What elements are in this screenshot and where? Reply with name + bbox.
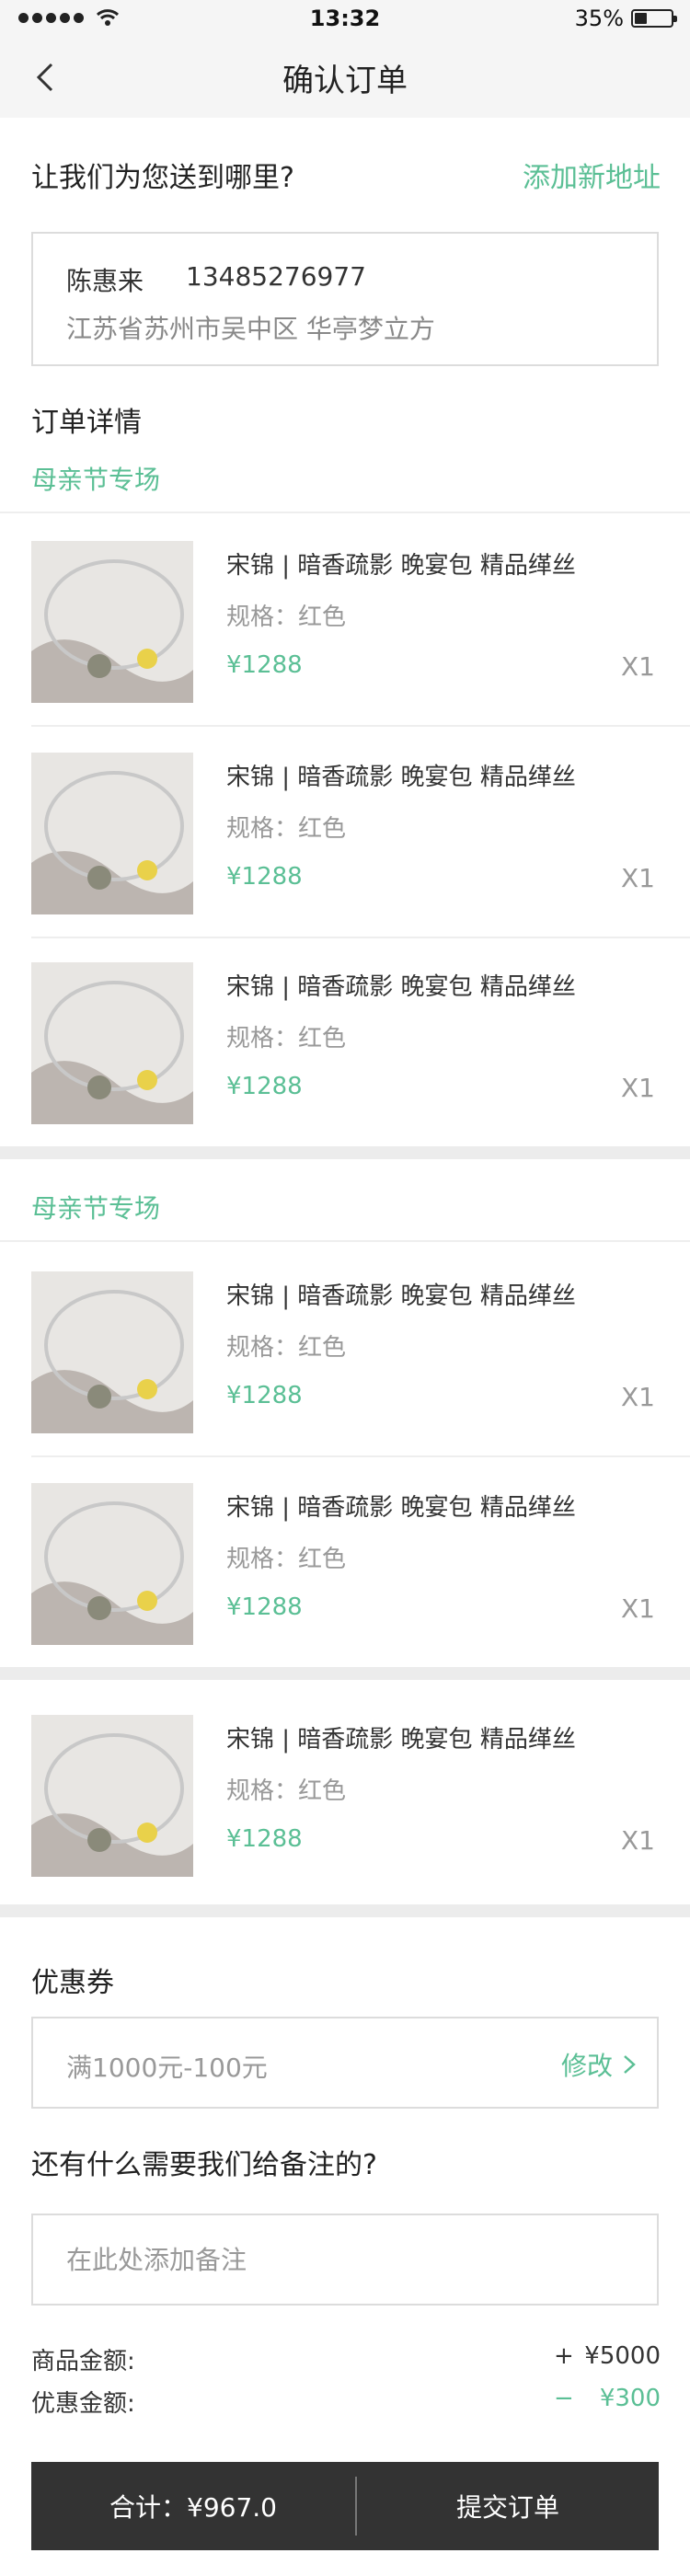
product-item[interactable]: 宋锦 | 暗香疏影 晚宴包 精品缂丝 规格：红色 ¥1288 X1 — [0, 513, 690, 703]
product-quantity: X1 — [621, 1825, 655, 1856]
product-item[interactable]: 宋锦 | 暗香疏影 晚宴包 精品缂丝 规格：红色 ¥1288 X1 — [0, 1687, 690, 1877]
product-image — [31, 962, 193, 1124]
coupon-field[interactable]: 满1000元-100元 修改 — [31, 2017, 659, 2109]
section-gap — [0, 1904, 690, 1917]
recipient-address: 江苏省苏州市吴中区 华亭梦立方 — [66, 314, 435, 344]
product-item[interactable]: 宋锦 | 暗香疏影 晚宴包 精品缂丝 规格：红色 ¥1288 X1 — [0, 1455, 690, 1645]
submit-order-button[interactable]: 提交订单 — [357, 2462, 659, 2550]
goods-amount-label: 商品金额: — [31, 2348, 135, 2375]
product-price: ¥1288 — [226, 1073, 303, 1100]
goods-amount-sign: + — [554, 2342, 574, 2370]
product-quantity: X1 — [621, 1593, 655, 1624]
product-image — [31, 1271, 193, 1433]
divider — [0, 1240, 690, 1242]
product-name: 宋锦 | 暗香疏影 晚宴包 精品缂丝 — [226, 552, 576, 580]
add-address-link[interactable]: 添加新地址 — [523, 155, 661, 195]
product-price: ¥1288 — [226, 651, 303, 679]
product-image — [31, 1715, 193, 1877]
product-name: 宋锦 | 暗香疏影 晚宴包 精品缂丝 — [226, 973, 576, 1001]
product-quantity: X1 — [621, 651, 655, 682]
status-bar: 13:32 35% — [0, 0, 690, 37]
product-spec: 规格：红色 — [226, 815, 347, 843]
recipient-name: 陈惠来 — [66, 266, 144, 296]
product-image — [31, 1483, 193, 1645]
battery-level — [635, 13, 648, 24]
recipient-phone: 13485276977 — [186, 261, 366, 292]
battery-percentage: 35% — [574, 6, 624, 31]
product-price: ¥1288 — [226, 1593, 303, 1621]
page-title: 确认订单 — [282, 63, 408, 99]
discount-amount-value: ¥300 — [599, 2385, 661, 2412]
product-spec: 规格：红色 — [226, 1777, 347, 1805]
coupon-value: 满1000元-100元 — [66, 2053, 268, 2083]
checkout-bar: 合计：¥967.0 提交订单 — [31, 2462, 659, 2550]
discount-amount-sign: − — [554, 2385, 574, 2412]
product-name: 宋锦 | 暗香疏影 晚宴包 精品缂丝 — [226, 1494, 576, 1522]
product-spec: 规格：红色 — [226, 1546, 347, 1573]
order-details-title: 订单详情 — [31, 407, 142, 439]
section-gap — [0, 1667, 690, 1680]
delivery-title: 让我们为您送到哪里? — [31, 162, 294, 194]
goods-amount-value: ¥5000 — [584, 2342, 661, 2370]
section-gap — [0, 1146, 690, 1159]
order-total: 合计：¥967.0 — [109, 2492, 277, 2523]
remark-title: 还有什么需要我们给备注的? — [31, 2149, 377, 2181]
product-name: 宋锦 | 暗香疏影 晚宴包 精品缂丝 — [226, 764, 576, 791]
nav-bar: 确认订单 — [0, 37, 690, 118]
product-spec: 规格：红色 — [226, 1334, 347, 1362]
address-card[interactable]: 陈惠来 13485276977 江苏省苏州市吴中区 华亭梦立方 — [31, 232, 659, 366]
product-item[interactable]: 宋锦 | 暗香疏影 晚宴包 精品缂丝 规格：红色 ¥1288 X1 — [0, 1244, 690, 1433]
group-title: 母亲节专场 — [31, 1193, 161, 1224]
product-spec: 规格：红色 — [226, 604, 347, 631]
coupon-edit-label: 修改 — [560, 2051, 613, 2081]
battery-icon — [631, 9, 677, 28]
coupon-title: 优惠券 — [31, 1967, 114, 1999]
product-price: ¥1288 — [226, 1825, 303, 1853]
product-spec: 规格：红色 — [226, 1025, 347, 1052]
product-name: 宋锦 | 暗香疏影 晚宴包 精品缂丝 — [226, 1726, 576, 1754]
product-quantity: X1 — [621, 1073, 655, 1103]
chevron-right-icon — [624, 2055, 636, 2074]
product-item[interactable]: 宋锦 | 暗香疏影 晚宴包 精品缂丝 规格：红色 ¥1288 X1 — [0, 725, 690, 914]
remark-field — [31, 2214, 659, 2306]
discount-amount-label: 优惠金额: — [31, 2390, 135, 2418]
product-name: 宋锦 | 暗香疏影 晚宴包 精品缂丝 — [226, 1282, 576, 1310]
group-title: 母亲节专场 — [31, 465, 161, 495]
product-item[interactable]: 宋锦 | 暗香疏影 晚宴包 精品缂丝 规格：红色 ¥1288 X1 — [0, 935, 690, 1124]
product-quantity: X1 — [621, 1382, 655, 1412]
coupon-edit-button[interactable]: 修改 — [561, 2046, 637, 2083]
product-quantity: X1 — [621, 863, 655, 893]
product-image — [31, 541, 193, 703]
product-image — [31, 753, 193, 914]
remark-input[interactable] — [33, 2215, 657, 2304]
product-price: ¥1288 — [226, 1382, 303, 1409]
product-price: ¥1288 — [226, 863, 303, 891]
